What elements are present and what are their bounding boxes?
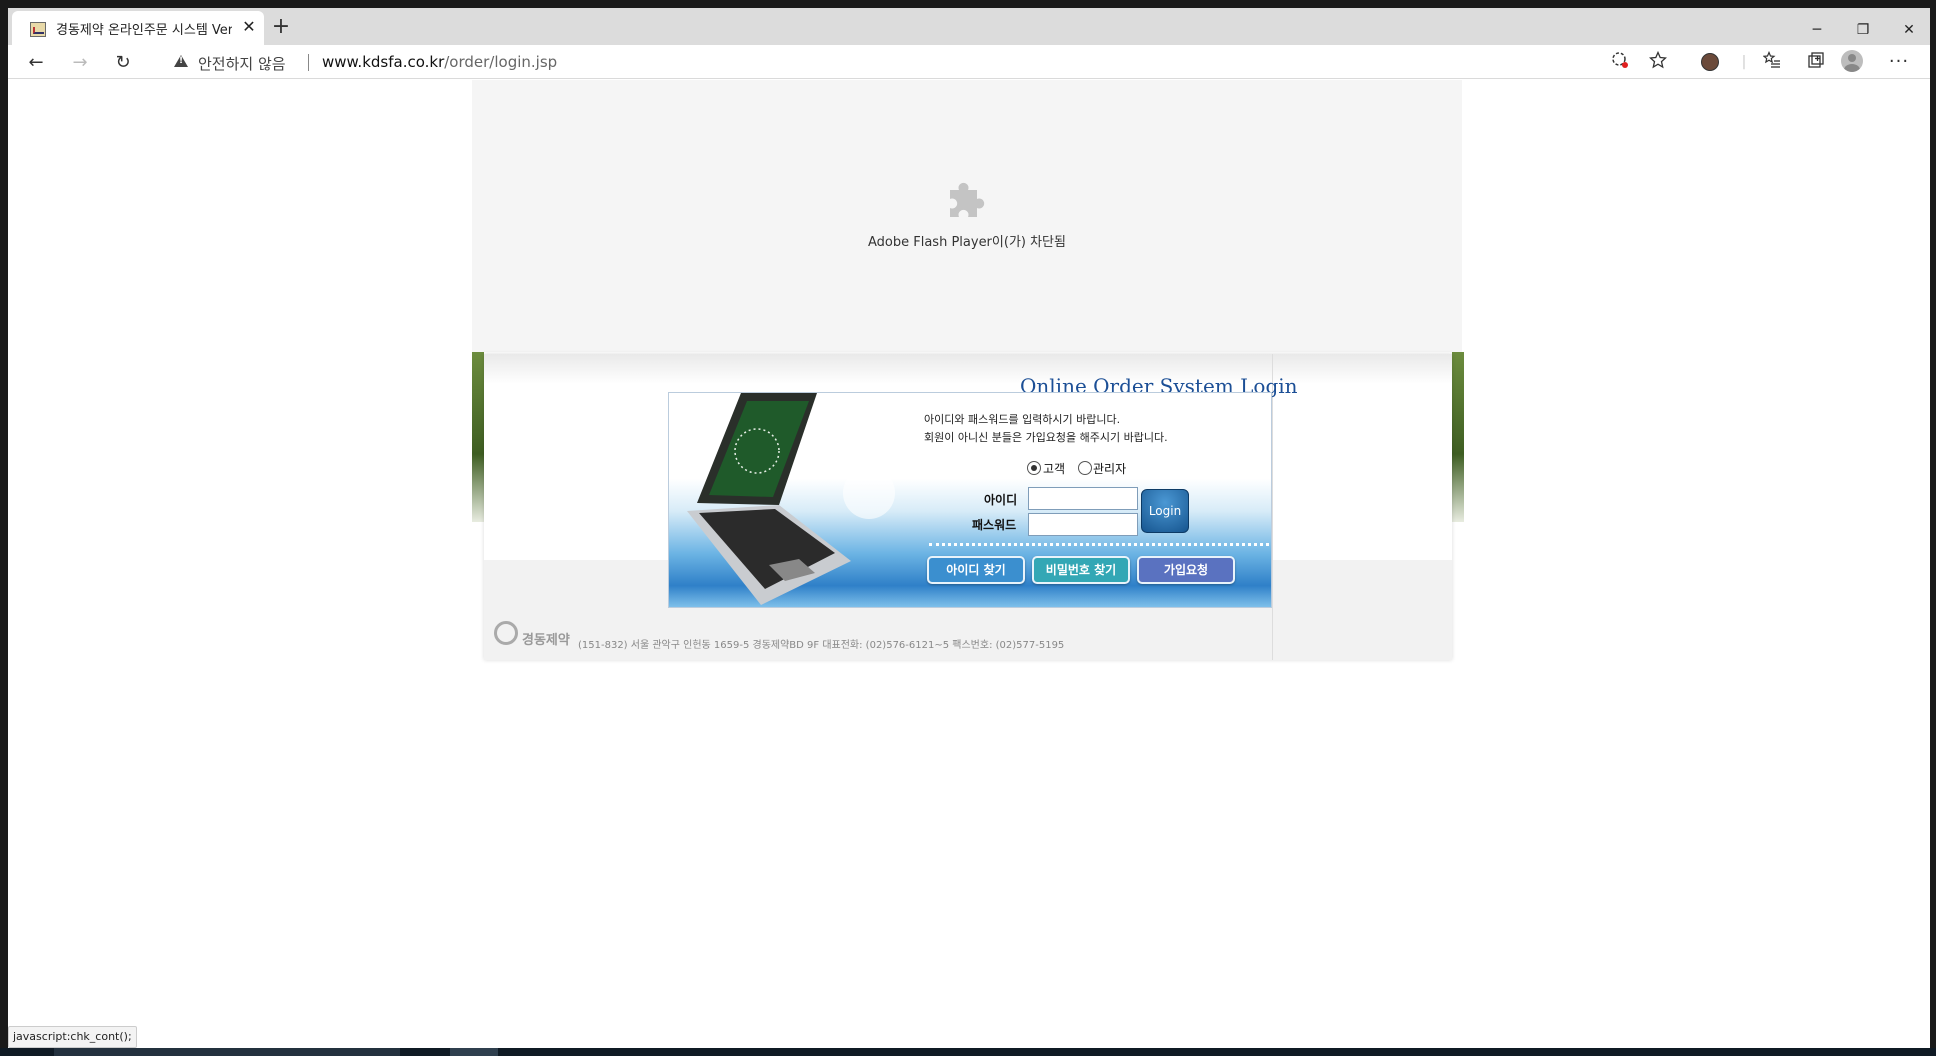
flash-placeholder[interactable]: Adobe Flash Player이(가) 차단됨 (472, 80, 1462, 352)
panel-divider (1272, 354, 1273, 660)
find-password-button[interactable]: 비밀번호 찾기 (1032, 556, 1130, 584)
company-logo-icon (494, 621, 518, 645)
flash-blocked-message: Adobe Flash Player이(가) 차단됨 (868, 235, 1066, 250)
laptop-illustration (687, 393, 895, 605)
favorite-star-icon[interactable] (1647, 50, 1669, 73)
back-button[interactable]: ← (21, 49, 51, 77)
window-border-left (0, 0, 8, 1056)
address-divider (308, 54, 309, 71)
window-border-right (1930, 0, 1936, 1056)
radio-admin-label[interactable]: 관리자 (1093, 460, 1126, 477)
url-host: www.kdsfa.co.kr (322, 53, 445, 71)
forward-button[interactable]: → (65, 49, 95, 77)
instruction-text-1: 아이디와 패스워드를 입력하시기 바랍니다. (924, 413, 1121, 426)
id-label: 아이디 (984, 493, 1018, 507)
taskbar-search[interactable] (54, 1048, 400, 1056)
find-id-button[interactable]: 아이디 찾기 (927, 556, 1025, 584)
warning-icon[interactable] (174, 55, 188, 67)
toolbar-divider-line (8, 78, 1930, 79)
favorites-list-icon[interactable] (1761, 50, 1783, 73)
tab-title: 경동제약 온라인주문 시스템 Ver (56, 23, 232, 38)
instruction-text-2: 회원이 아니신 분들은 가입요청을 해주시기 바랍니다. (924, 431, 1168, 444)
url-text[interactable]: www.kdsfa.co.kr/order/login.jsp (322, 53, 557, 71)
footer: 경동제약 (151-832) 서울 관악구 인헌동 1659-5 경동제약BD … (494, 620, 1194, 651)
address-bar[interactable]: 안전하지 않음 www.kdsfa.co.kr/order/login.jsp (158, 47, 1678, 77)
footer-address: (151-832) 서울 관악구 인헌동 1659-5 경동제약BD 9F 대표… (578, 640, 1065, 651)
profile-icon[interactable] (1841, 50, 1863, 72)
plugin-puzzle-icon (950, 182, 985, 217)
browser-toolbar: ← → ↻ 안전하지 않음 www.kdsfa.co.kr/order/logi… (8, 45, 1930, 79)
company-logo-text: 경동제약 (522, 633, 570, 648)
password-input[interactable] (1028, 513, 1138, 536)
tracking-prevention-icon[interactable] (1609, 51, 1631, 73)
browser-window: 경동제약 온라인주문 시스템 Ver ✕ + ─ ❐ ✕ ← → ↻ 안전하지 … (0, 0, 1936, 1048)
collections-icon[interactable] (1805, 51, 1827, 73)
decorative-dotted-line (929, 543, 1269, 548)
minimize-button[interactable]: ─ (1794, 16, 1840, 44)
radio-customer-label[interactable]: 고객 (1043, 460, 1065, 477)
security-status[interactable]: 안전하지 않음 (198, 53, 286, 74)
radio-customer[interactable] (1027, 461, 1041, 475)
window-border-top (0, 0, 1936, 8)
url-path: /order/login.jsp (444, 53, 558, 71)
toolbar-divider: | (1741, 54, 1747, 70)
restore-button[interactable]: ❐ (1840, 16, 1886, 44)
more-menu-icon[interactable]: ··· (1888, 51, 1910, 73)
site-favicon-icon (30, 22, 46, 37)
tab-strip: 경동제약 온라인주문 시스템 Ver ✕ + ─ ❐ ✕ (8, 8, 1930, 45)
refresh-button[interactable]: ↻ (108, 49, 138, 77)
decorative-green-bar-left (472, 352, 484, 522)
taskbar-app[interactable] (450, 1048, 498, 1056)
join-request-button[interactable]: 가입요청 (1137, 556, 1235, 584)
extension-avatar-icon[interactable] (1701, 53, 1719, 71)
login-form-box: 아이디와 패스워드를 입력하시기 바랍니다. 회원이 아니신 분들은 가입요청을… (668, 392, 1272, 608)
login-button[interactable]: Login (1141, 489, 1189, 533)
taskbar (0, 1048, 1936, 1056)
password-label: 패스워드 (972, 518, 1017, 532)
browser-tab[interactable]: 경동제약 온라인주문 시스템 Ver ✕ (12, 11, 264, 45)
window-close-button[interactable]: ✕ (1886, 16, 1932, 44)
id-input[interactable] (1028, 487, 1138, 510)
radio-admin[interactable] (1078, 461, 1092, 475)
tab-close-icon[interactable]: ✕ (238, 16, 260, 38)
decorative-green-bar-right (1452, 352, 1464, 522)
status-bar: javascript:chk_cont(); (8, 1026, 137, 1048)
panel-top-gradient (484, 354, 1452, 384)
new-tab-button[interactable]: + (268, 15, 294, 41)
